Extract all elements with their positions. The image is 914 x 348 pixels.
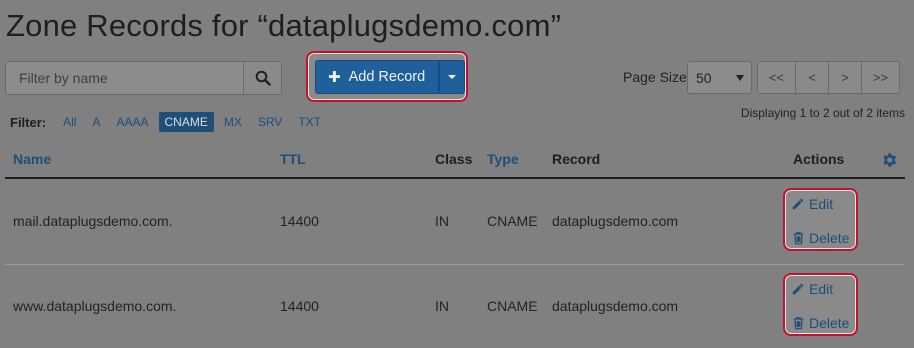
- record-value: dataplugsdemo.com: [552, 213, 679, 229]
- filter-txt[interactable]: TXT: [292, 112, 327, 132]
- pencil-icon: [792, 198, 804, 210]
- table-header-divider: [5, 177, 905, 179]
- caret-down-icon: [448, 75, 457, 79]
- select-arrow-icon: [736, 75, 744, 81]
- filter-srv[interactable]: SRV: [252, 112, 288, 132]
- column-header-name[interactable]: Name: [13, 151, 51, 167]
- page-size-label: Page Size: [623, 69, 687, 85]
- row-divider: [5, 264, 905, 265]
- first-page-button[interactable]: <<: [757, 61, 796, 94]
- delete-link[interactable]: Delete: [792, 315, 849, 331]
- record-name: mail.dataplugsdemo.com.: [13, 213, 173, 229]
- displaying-count: Displaying 1 to 2 out of 2 items: [740, 106, 905, 120]
- record-ttl: 14400: [280, 298, 319, 314]
- record-value: dataplugsdemo.com: [552, 298, 679, 314]
- plus-icon: ✚: [328, 69, 341, 86]
- record-name: www.dataplugsdemo.com.: [13, 298, 177, 314]
- pencil-icon: [792, 283, 804, 295]
- record-ttl: 14400: [280, 213, 319, 229]
- trash-icon: [793, 232, 804, 245]
- page-size-value: 50: [696, 69, 712, 86]
- edit-link[interactable]: Edit: [791, 281, 833, 297]
- filter-bar: Filter: All A AAAA CNAME MX SRV TXT: [10, 112, 331, 132]
- add-record-label: Add Record: [348, 69, 426, 85]
- trash-icon: [793, 317, 804, 330]
- gear-icon[interactable]: [880, 151, 898, 169]
- filter-all[interactable]: All: [57, 112, 82, 132]
- add-record-dropdown-button[interactable]: [439, 60, 466, 94]
- search-box: [5, 61, 282, 95]
- edit-link[interactable]: Edit: [791, 196, 833, 212]
- filter-cname[interactable]: CNAME: [158, 112, 214, 132]
- pagination: << < > >>: [757, 61, 900, 94]
- filter-aaaa[interactable]: AAAA: [110, 112, 154, 132]
- last-page-button[interactable]: >>: [861, 61, 900, 94]
- filter-a[interactable]: A: [86, 112, 106, 132]
- column-header-ttl[interactable]: TTL: [280, 151, 306, 167]
- next-page-button[interactable]: >: [828, 61, 862, 94]
- filter-label: Filter:: [10, 114, 47, 130]
- delete-label: Delete: [809, 315, 850, 331]
- search-button[interactable]: [243, 62, 281, 94]
- edit-label: Edit: [809, 281, 834, 297]
- delete-label: Delete: [809, 230, 850, 246]
- record-type: CNAME: [487, 298, 538, 314]
- record-type: CNAME: [487, 213, 538, 229]
- add-record-button-group: ✚ Add Record: [315, 60, 466, 94]
- column-header-class: Class: [435, 151, 473, 167]
- record-class: IN: [435, 298, 449, 314]
- search-input[interactable]: [6, 62, 243, 94]
- delete-link[interactable]: Delete: [792, 230, 849, 246]
- column-header-type[interactable]: Type: [487, 151, 519, 167]
- filter-mx[interactable]: MX: [218, 112, 248, 132]
- page-size-select[interactable]: 50: [687, 61, 752, 94]
- edit-label: Edit: [809, 196, 834, 212]
- page-title: Zone Records for “dataplugsdemo.com”: [6, 8, 562, 43]
- column-header-record: Record: [552, 151, 601, 167]
- prev-page-button[interactable]: <: [795, 61, 829, 94]
- search-icon: [255, 70, 271, 86]
- record-class: IN: [435, 213, 449, 229]
- add-record-button[interactable]: ✚ Add Record: [315, 60, 440, 94]
- column-header-actions: Actions: [793, 151, 845, 167]
